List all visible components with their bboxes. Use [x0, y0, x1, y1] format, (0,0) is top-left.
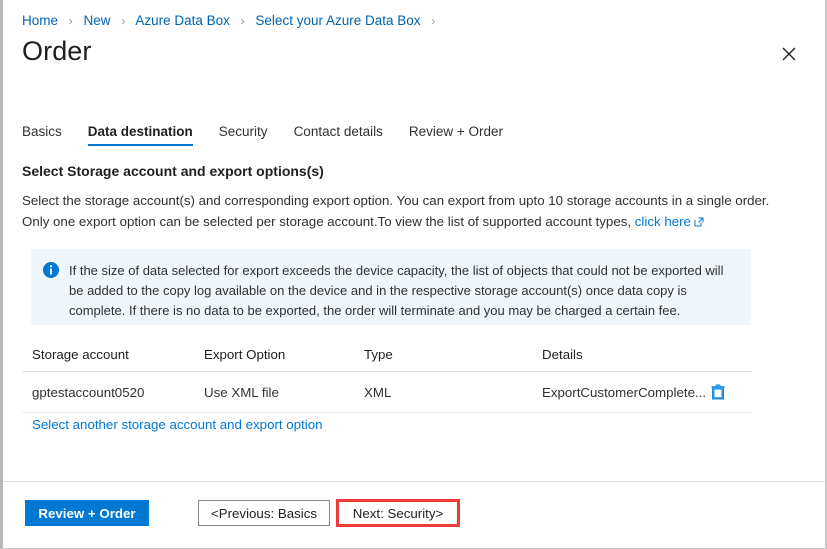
wizard-tabs: Basics Data destination Security Contact…: [22, 124, 529, 146]
storage-accounts-table: Storage account Export Option Type Detai…: [22, 341, 752, 413]
tab-label: Security: [219, 124, 268, 139]
tab-label: Data destination: [88, 124, 193, 139]
trash-icon[interactable]: [711, 384, 725, 400]
cell-export-option: Use XML file: [204, 372, 364, 413]
next-security-button[interactable]: Next: Security>: [339, 502, 457, 524]
table-row[interactable]: gptestaccount0520 Use XML file XML Expor…: [22, 372, 752, 413]
external-link-icon: [694, 212, 704, 233]
tab-label: Basics: [22, 124, 62, 139]
column-header-details: Details: [542, 341, 752, 372]
tab-label: Review + Order: [409, 124, 503, 139]
breadcrumb-separator: ›: [69, 14, 73, 28]
click-here-link-label: click here: [635, 214, 691, 229]
breadcrumb-separator: ›: [241, 14, 245, 28]
breadcrumb-item-select-your-azure-data-box[interactable]: Select your Azure Data Box: [255, 13, 420, 28]
info-banner-text: If the size of data selected for export …: [69, 261, 737, 313]
tab-contact-details[interactable]: Contact details: [294, 124, 383, 146]
section-description: Select the storage account(s) and corres…: [22, 190, 792, 233]
next-security-highlight: Next: Security>: [336, 499, 460, 527]
column-header-type: Type: [364, 341, 542, 372]
footer-bar: Review + Order <Previous: Basics Next: S…: [3, 482, 825, 548]
breadcrumb-item-home[interactable]: Home: [22, 13, 58, 28]
section-heading: Select Storage account and export option…: [22, 163, 324, 179]
page-title: Order: [22, 36, 92, 67]
cell-storage-account: gptestaccount0520: [22, 372, 204, 413]
click-here-link[interactable]: click here: [635, 214, 704, 229]
tab-data-destination[interactable]: Data destination: [88, 124, 193, 146]
tab-basics[interactable]: Basics: [22, 124, 62, 146]
cell-type: XML: [364, 372, 542, 413]
breadcrumb-item-new[interactable]: New: [84, 13, 111, 28]
tab-review-order[interactable]: Review + Order: [409, 124, 503, 146]
breadcrumb-separator: ›: [431, 14, 435, 28]
order-blade: Home › New › Azure Data Box › Select you…: [0, 0, 827, 549]
select-another-storage-account-link[interactable]: Select another storage account and expor…: [32, 417, 323, 432]
review-order-button[interactable]: Review + Order: [25, 500, 149, 526]
details-text: ExportCustomerComplete...: [542, 385, 706, 400]
tab-label: Contact details: [294, 124, 383, 139]
tab-security[interactable]: Security: [219, 124, 268, 146]
column-header-storage-account: Storage account: [22, 341, 204, 372]
breadcrumb: Home › New › Azure Data Box › Select you…: [22, 12, 442, 30]
previous-basics-button[interactable]: <Previous: Basics: [198, 500, 330, 526]
close-icon[interactable]: [777, 42, 801, 66]
cell-details: ExportCustomerComplete...: [542, 372, 752, 413]
column-header-export-option: Export Option: [204, 341, 364, 372]
info-icon: [43, 262, 59, 278]
breadcrumb-separator: ›: [121, 14, 125, 28]
info-banner: If the size of data selected for export …: [31, 249, 751, 325]
breadcrumb-item-azure-data-box[interactable]: Azure Data Box: [135, 13, 230, 28]
table-header-row: Storage account Export Option Type Detai…: [22, 341, 752, 372]
